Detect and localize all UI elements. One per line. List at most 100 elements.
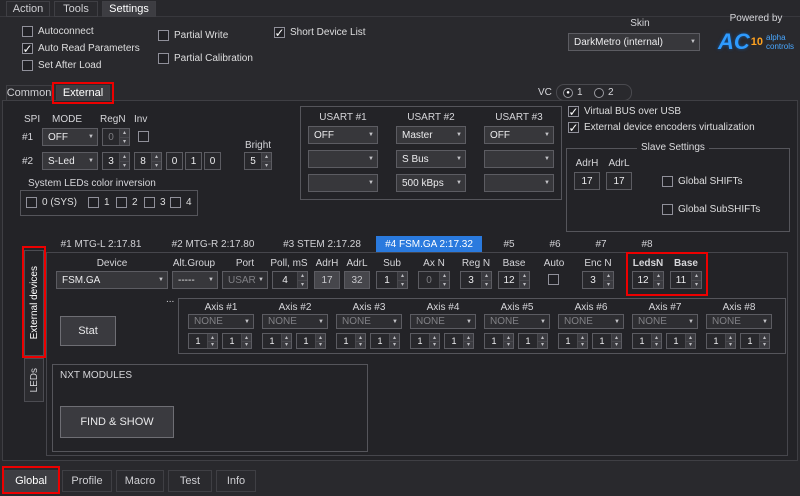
checkbox-box[interactable]	[26, 197, 37, 208]
poll-spinner[interactable]: 4▴▾	[272, 271, 308, 289]
spin-down-icon[interactable]: ▾	[398, 281, 407, 289]
stat-button[interactable]: Stat	[60, 316, 116, 346]
usart2-baud-select[interactable]: 500 kBps▼	[396, 174, 466, 192]
spin-up-icon[interactable]: ▴	[692, 272, 701, 281]
checkbox-box[interactable]: ✓	[568, 122, 579, 133]
axis-8-spinner-b[interactable]: 1▴▾	[740, 333, 770, 349]
spin-up-icon[interactable]: ▴	[482, 272, 491, 281]
spinner-buttons[interactable]: ▴▾	[725, 334, 735, 348]
partial-calibration-checkbox[interactable]: Partial Calibration	[158, 53, 253, 64]
sysleds-0-checkbox[interactable]: 0 (SYS)	[26, 197, 77, 208]
spin-up-icon[interactable]: ▴	[726, 334, 735, 342]
spin-down-icon[interactable]: ▾	[692, 281, 701, 289]
spin-up-icon[interactable]: ▴	[538, 334, 547, 342]
slave-adrl-field[interactable]: 17	[606, 172, 632, 190]
spin-up-icon[interactable]: ▴	[262, 153, 271, 162]
virtual-bus-checkbox[interactable]: ✓ Virtual BUS over USB	[568, 106, 681, 117]
axis-8-spinner-a[interactable]: 1▴▾	[706, 333, 736, 349]
checkbox-box[interactable]	[170, 197, 181, 208]
spin-up-icon[interactable]: ▴	[504, 334, 513, 342]
bottom-tab-global[interactable]: Global	[4, 470, 58, 492]
spin-up-icon[interactable]: ▴	[654, 272, 663, 281]
spinner-buttons[interactable]: ▴▾	[653, 272, 663, 288]
checkbox-box[interactable]	[22, 26, 33, 37]
sub-spinner[interactable]: 1▴▾	[376, 271, 408, 289]
spin-up-icon[interactable]: ▴	[242, 334, 251, 342]
usart2-protocol-select[interactable]: S Bus▼	[396, 150, 466, 168]
spinner-buttons[interactable]: ▴▾	[503, 334, 513, 348]
ext-encoders-checkbox[interactable]: ✓ External device encoders virtualizatio…	[568, 122, 755, 133]
short-device-list-checkbox[interactable]: ✓ Short Device List	[274, 27, 366, 38]
axis-7-spinner-a[interactable]: 1▴▾	[632, 333, 662, 349]
spinner-buttons[interactable]: ▴▾	[537, 334, 547, 348]
spin-down-icon[interactable]: ▾	[578, 342, 587, 349]
spi1-regn-spinner[interactable]: 0 ▴▾	[102, 128, 130, 146]
spinner-buttons[interactable]: ▴▾	[603, 272, 613, 288]
checkbox-box[interactable]	[158, 30, 169, 41]
checkbox-box[interactable]	[88, 197, 99, 208]
axis-7-select[interactable]: NONE▼	[632, 314, 698, 329]
altgroup-select[interactable]: -----▼	[172, 271, 218, 289]
global-shifts-checkbox[interactable]: Global SHIFTs	[662, 176, 742, 187]
bottom-tab-info[interactable]: Info	[216, 470, 256, 492]
spin-down-icon[interactable]: ▾	[686, 342, 695, 349]
auto-checkbox[interactable]	[548, 274, 559, 285]
spin-up-icon[interactable]: ▴	[604, 272, 613, 281]
spinner-buttons[interactable]: ▴▾	[463, 334, 473, 348]
axis-6-spinner-a[interactable]: 1▴▾	[558, 333, 588, 349]
spin-up-icon[interactable]: ▴	[686, 334, 695, 342]
checkbox-box[interactable]	[144, 197, 155, 208]
bottom-tab-profile[interactable]: Profile	[62, 470, 112, 492]
axis-8-select[interactable]: NONE▼	[706, 314, 772, 329]
axis-5-spinner-b[interactable]: 1▴▾	[518, 333, 548, 349]
spin-up-icon[interactable]: ▴	[120, 129, 129, 138]
spi2-mode-select[interactable]: S-Led ▼	[42, 152, 98, 170]
sysleds-2-checkbox[interactable]: 2	[116, 197, 138, 208]
axis-1-spinner-a[interactable]: 1▴▾	[188, 333, 218, 349]
checkbox-box[interactable]	[138, 131, 149, 142]
axis-2-select[interactable]: NONE▼	[262, 314, 328, 329]
device-tab-1[interactable]: #1 MTG-L 2:17.81	[46, 236, 156, 253]
usart1-opt2-select[interactable]: ▼	[308, 150, 378, 168]
slave-adrh-field[interactable]: 17	[574, 172, 600, 190]
spin-up-icon[interactable]: ▴	[652, 334, 661, 342]
usart1-opt3-select[interactable]: ▼	[308, 174, 378, 192]
spin-down-icon[interactable]: ▾	[120, 138, 129, 146]
spin-down-icon[interactable]: ▾	[760, 342, 769, 349]
spin-up-icon[interactable]: ▴	[520, 272, 529, 281]
spin-down-icon[interactable]: ▾	[242, 342, 251, 349]
spin-up-icon[interactable]: ▴	[390, 334, 399, 342]
spin-down-icon[interactable]: ▾	[538, 342, 547, 349]
spinner-buttons[interactable]: ▴▾	[429, 334, 439, 348]
device-select[interactable]: FSM.GA▼	[56, 271, 168, 289]
spin-down-icon[interactable]: ▾	[482, 281, 491, 289]
spinner-buttons[interactable]: ▴▾	[759, 334, 769, 348]
usart3-mode-select[interactable]: OFF▼	[484, 126, 554, 144]
sysleds-4-checkbox[interactable]: 4	[170, 197, 192, 208]
checkbox-box[interactable]	[22, 60, 33, 71]
spin-down-icon[interactable]: ▾	[652, 342, 661, 349]
spin-down-icon[interactable]: ▾	[654, 281, 663, 289]
spi2-bit1-field[interactable]: 0	[166, 152, 183, 170]
spin-down-icon[interactable]: ▾	[152, 162, 161, 170]
spinner-buttons[interactable]: ▴▾	[119, 129, 129, 145]
spin-down-icon[interactable]: ▾	[390, 342, 399, 349]
spi2-regn-spinner[interactable]: 3 ▴▾	[102, 152, 130, 170]
spinner-buttons[interactable]: ▴▾	[397, 272, 407, 288]
spinner-buttons[interactable]: ▴▾	[207, 334, 217, 348]
base-spinner[interactable]: 12▴▾	[498, 271, 530, 289]
spinner-buttons[interactable]: ▴▾	[297, 272, 307, 288]
spin-down-icon[interactable]: ▾	[120, 162, 129, 170]
vc-radio-1[interactable]: ●	[563, 88, 573, 98]
axis-2-spinner-b[interactable]: 1▴▾	[296, 333, 326, 349]
bottom-tab-macro[interactable]: Macro	[116, 470, 164, 492]
spinner-buttons[interactable]: ▴▾	[611, 334, 621, 348]
spinner-buttons[interactable]: ▴▾	[151, 153, 161, 169]
encn-spinner[interactable]: 3▴▾	[582, 271, 614, 289]
skin-select[interactable]: DarkMetro (internal) ▼	[568, 33, 700, 51]
tab-external[interactable]: External	[56, 85, 110, 101]
usart1-mode-select[interactable]: OFF▼	[308, 126, 378, 144]
checkbox-box[interactable]	[158, 53, 169, 64]
spin-up-icon[interactable]: ▴	[464, 334, 473, 342]
spin-up-icon[interactable]: ▴	[578, 334, 587, 342]
